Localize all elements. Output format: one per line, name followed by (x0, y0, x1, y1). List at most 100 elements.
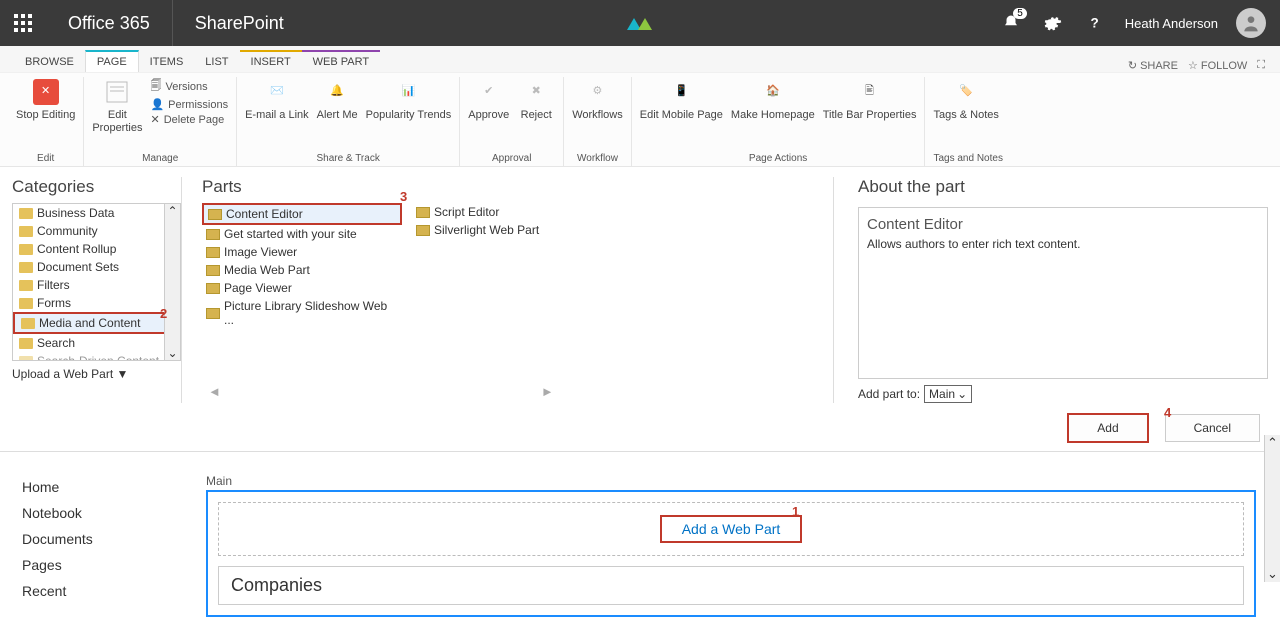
part-item[interactable]: Media Web Part (202, 261, 402, 279)
webpart-icon (206, 308, 220, 319)
star-icon: ☆ (1188, 59, 1198, 72)
category-item[interactable]: Content Rollup (13, 240, 180, 258)
delete-page-button[interactable]: ✕Delete Page (150, 113, 228, 126)
upload-webpart-link[interactable]: Upload a Web Part ▼ (12, 367, 181, 381)
add-part-to-select[interactable]: Main⌄ (924, 385, 972, 403)
tab-page[interactable]: PAGE (85, 50, 139, 72)
parts-prev-icon[interactable]: ◄ (208, 384, 221, 399)
group-page-actions-label: Page Actions (640, 153, 917, 164)
add-button[interactable]: Add (1067, 413, 1148, 443)
category-item[interactable]: Forms (13, 294, 180, 312)
help-icon[interactable]: ? (1083, 14, 1107, 32)
versions-icon: 🗐 (150, 77, 161, 96)
make-homepage-button[interactable]: 🏠Make Homepage (731, 77, 815, 122)
parts-header: Parts (202, 177, 833, 197)
app-name: SharePoint (173, 13, 306, 34)
category-item[interactable]: Media and Content (13, 312, 180, 334)
group-approval-label: Approval (468, 153, 555, 164)
category-item[interactable]: Search-Driven Content (13, 352, 180, 361)
webpart-icon (416, 207, 430, 218)
part-item[interactable]: Content Editor (202, 203, 402, 225)
about-header: About the part (858, 177, 1268, 197)
callout-3: 3 (400, 189, 407, 204)
folder-icon (19, 262, 33, 273)
part-item[interactable]: Page Viewer (202, 279, 402, 297)
share-icon: ↻ (1128, 59, 1137, 72)
user-name[interactable]: Heath Anderson (1125, 16, 1218, 31)
titlebar-properties-button[interactable]: 🖹Title Bar Properties (823, 77, 917, 122)
versions-button[interactable]: 🗐Versions (150, 77, 228, 96)
webpart-zone: Add a Web Part Companies (206, 490, 1256, 617)
delete-icon: ✕ (150, 113, 159, 126)
category-item[interactable]: Document Sets (13, 258, 180, 276)
page-scrollbar[interactable]: ⌃⌄ (1264, 435, 1280, 582)
settings-gear-icon[interactable] (1041, 14, 1065, 32)
brand-label: Office 365 (46, 0, 173, 46)
focus-icon: ⛶ (1257, 59, 1265, 72)
parts-next-icon[interactable]: ► (541, 384, 554, 399)
part-item[interactable]: Get started with your site (202, 225, 402, 243)
reject-button[interactable]: ✖Reject (517, 77, 555, 122)
group-share-label: Share & Track (245, 153, 451, 164)
add-webpart-zone[interactable]: Add a Web Part (218, 502, 1244, 556)
edit-mobile-page-button[interactable]: 📱Edit Mobile Page (640, 77, 723, 122)
tags-notes-button[interactable]: 🏷️Tags & Notes (933, 77, 998, 122)
folder-icon (19, 338, 33, 349)
group-manage-label: Manage (92, 153, 228, 164)
permissions-button[interactable]: 👤Permissions (150, 98, 228, 111)
popularity-trends-button[interactable]: 📊Popularity Trends (366, 77, 452, 122)
notifications-icon[interactable]: 5 (999, 14, 1023, 32)
tab-browse[interactable]: BROWSE (14, 50, 85, 72)
follow-button[interactable]: ☆FOLLOW (1188, 59, 1247, 72)
nav-item[interactable]: Pages (22, 552, 190, 578)
about-title: Content Editor (867, 216, 1259, 233)
category-item[interactable]: Community (13, 222, 180, 240)
webpart-icon (206, 247, 220, 258)
add-webpart-link[interactable]: Add a Web Part (660, 515, 803, 543)
callout-1: 1 (792, 504, 799, 519)
alert-me-button[interactable]: 🔔Alert Me (317, 77, 358, 122)
categories-header: Categories (12, 177, 181, 197)
edit-properties-button[interactable]: Edit Properties (92, 77, 142, 135)
workflows-button[interactable]: ⚙Workflows (572, 77, 623, 122)
share-button[interactable]: ↻SHARE (1128, 59, 1178, 72)
add-part-to-label: Add part to: (858, 387, 920, 401)
stop-editing-button[interactable]: ✕ Stop Editing (16, 77, 75, 122)
callout-4: 4 (1164, 405, 1171, 420)
focus-button[interactable]: ⛶ (1257, 59, 1265, 72)
part-item[interactable]: Picture Library Slideshow Web ... (202, 297, 402, 329)
email-link-button[interactable]: ✉️E-mail a Link (245, 77, 309, 122)
part-item[interactable]: Script Editor (412, 203, 612, 221)
quick-launch: Home Notebook Documents Pages Recent (0, 458, 190, 617)
categories-scrollbar[interactable]: ⌃⌄ (164, 204, 180, 360)
app-launcher-icon[interactable] (0, 0, 46, 46)
webpart-gallery: Categories Business Data Community Conte… (0, 167, 1280, 407)
folder-icon (19, 356, 33, 362)
webpart-icon (208, 209, 222, 220)
tab-insert[interactable]: INSERT (240, 50, 302, 72)
zone-label: Main (206, 474, 1256, 488)
tenant-logo (620, 10, 660, 36)
callout-2: 2 (160, 306, 167, 321)
part-item[interactable]: Image Viewer (202, 243, 402, 261)
nav-item[interactable]: Notebook (22, 500, 190, 526)
notification-badge: 5 (1013, 8, 1027, 19)
svg-text:?: ? (1090, 16, 1098, 31)
cancel-button[interactable]: Cancel (1165, 414, 1260, 442)
category-item[interactable]: Search (13, 334, 180, 352)
tab-list[interactable]: LIST (194, 50, 239, 72)
category-item[interactable]: Business Data (13, 204, 180, 222)
tab-items[interactable]: ITEMS (139, 50, 195, 72)
tab-webpart[interactable]: WEB PART (302, 50, 380, 72)
suite-bar: Office 365 SharePoint 5 ? Heath Anderson (0, 0, 1280, 46)
folder-icon (21, 318, 35, 329)
part-item[interactable]: Silverlight Web Part (412, 221, 612, 239)
user-avatar[interactable] (1236, 8, 1266, 38)
categories-list: Business Data Community Content Rollup D… (12, 203, 181, 361)
webpart-icon (416, 225, 430, 236)
nav-item[interactable]: Home (22, 474, 190, 500)
category-item[interactable]: Filters (13, 276, 180, 294)
approve-button[interactable]: ✔Approve (468, 77, 509, 122)
nav-item[interactable]: Documents (22, 526, 190, 552)
webpart-icon (206, 229, 220, 240)
